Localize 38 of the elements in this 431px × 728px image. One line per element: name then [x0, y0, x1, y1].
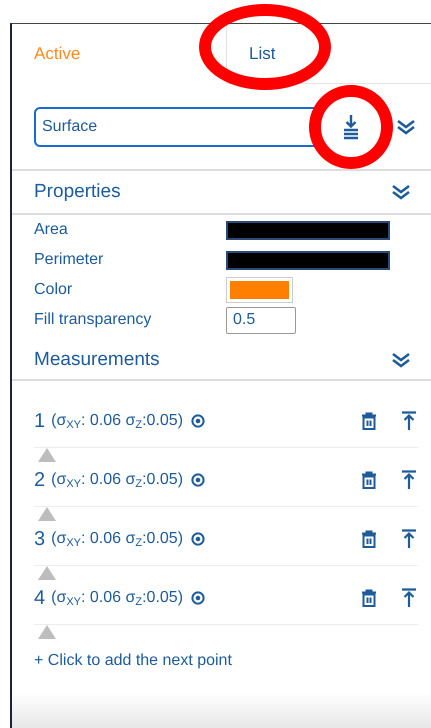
property-label: Perimeter: [34, 251, 104, 269]
move-to-top-icon[interactable]: [402, 588, 416, 608]
move-to-top-icon[interactable]: [402, 529, 416, 549]
point-number: 4: [34, 586, 46, 610]
trash-icon[interactable]: [361, 530, 377, 548]
add-point-link[interactable]: + Click to add the next point: [34, 652, 232, 670]
transparency-field[interactable]: 0.5: [226, 306, 296, 334]
target-icon[interactable]: [191, 414, 206, 428]
color-swatch[interactable]: [226, 277, 293, 303]
triangle-marker-icon: [38, 507, 56, 521]
triangle-marker-icon: [38, 448, 56, 462]
move-to-top-icon[interactable]: [402, 470, 416, 490]
point-number: 3: [34, 528, 46, 550]
property-label: Color: [34, 281, 74, 299]
target-icon[interactable]: [191, 473, 206, 487]
collapse-icon[interactable]: [396, 118, 416, 134]
point-accuracy: (σ$_{XY}$: 0.06 σ$_{Z}$:0.05): [51, 470, 184, 490]
target-icon[interactable]: [191, 591, 206, 605]
move-to-top-icon[interactable]: [402, 411, 416, 431]
collapse-icon[interactable]: [391, 184, 411, 200]
trash-icon[interactable]: [361, 412, 377, 430]
property-label: Area: [34, 221, 69, 239]
collapse-icon[interactable]: [391, 352, 411, 368]
download-icon[interactable]: [343, 114, 359, 140]
section-title: Measurements: [34, 349, 160, 371]
trash-icon[interactable]: [361, 471, 377, 489]
triangle-marker-icon: [38, 566, 56, 580]
triangle-marker-icon: [38, 625, 56, 639]
trash-icon[interactable]: [361, 589, 377, 607]
point-accuracy: (σ$_{XY}$: 0.06 σ$_{Z}$:0.05): [51, 588, 184, 608]
point-number: 1: [34, 410, 46, 432]
point-number: 2: [34, 468, 46, 492]
point-accuracy: (σ$_{XY}$: 0.06 σ$_{Z}$:0.05): [51, 412, 184, 430]
section-title: Properties: [34, 181, 121, 203]
point-accuracy: (σ$_{XY}$: 0.06 σ$_{Z}$:0.05): [51, 530, 184, 548]
target-icon[interactable]: [191, 532, 206, 546]
property-label: Fill transparency: [34, 311, 152, 329]
tab[interactable]: List: [226, 24, 431, 84]
